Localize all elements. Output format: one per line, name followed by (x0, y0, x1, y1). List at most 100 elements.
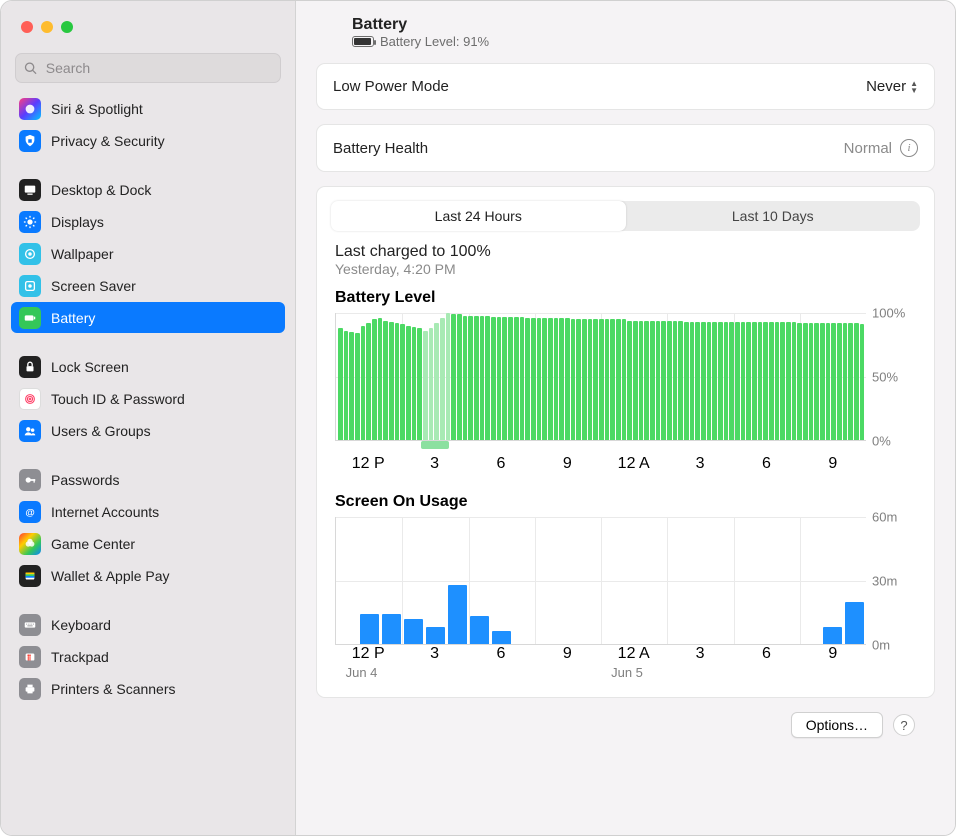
battery-bar (366, 323, 371, 440)
battery-bar (463, 316, 468, 440)
search-icon (24, 61, 38, 76)
battery-bar (837, 323, 842, 440)
sidebar-item-internet[interactable]: @Internet Accounts (11, 496, 285, 527)
battery-bar (344, 331, 349, 440)
sidebar-item-users[interactable]: Users & Groups (11, 415, 285, 446)
sidebar-item-keyboard[interactable]: Keyboard (11, 609, 285, 640)
usage-bar (823, 627, 842, 644)
battery-bar (588, 319, 593, 440)
battery-level-text: Battery Level: 91% (380, 34, 489, 49)
sidebar-item-wallet[interactable]: Wallet & Apple Pay (11, 560, 285, 591)
help-button[interactable]: ? (893, 714, 915, 736)
low-power-popup[interactable]: Never ▲▼ (866, 78, 918, 95)
ytick: 0% (872, 434, 891, 449)
xtick: 3 (430, 645, 439, 663)
sidebar-item-displays[interactable]: Displays (11, 206, 285, 237)
battery-bar (792, 322, 797, 440)
usage-bar (426, 627, 445, 644)
ytick: 0m (872, 638, 890, 653)
battery-bar (797, 323, 802, 440)
trackpad-icon (19, 646, 41, 668)
segment-10d[interactable]: Last 10 Days (626, 201, 921, 231)
segment-24h[interactable]: Last 24 Hours (331, 201, 626, 231)
sidebar-item-label: Displays (51, 214, 104, 230)
xtick: 3 (430, 455, 439, 473)
saver-icon (19, 275, 41, 297)
sidebar-item-screensaver[interactable]: Screen Saver (11, 270, 285, 301)
xtick: 3 (696, 455, 705, 473)
battery-bar (678, 321, 683, 440)
sidebar-item-gamecenter[interactable]: Game Center (11, 528, 285, 559)
battery-bar (809, 323, 814, 440)
sidebar-item-battery[interactable]: Battery (11, 302, 285, 333)
usage-bar (845, 602, 864, 644)
battery-bar (508, 317, 513, 440)
battery-bar (616, 319, 621, 440)
battery-bar (485, 316, 490, 440)
options-button[interactable]: Options… (791, 712, 883, 738)
battery-bar (752, 322, 757, 440)
info-icon[interactable]: i (900, 139, 918, 157)
fullscreen-window-button[interactable] (61, 21, 73, 33)
close-window-button[interactable] (21, 21, 33, 33)
printers-icon (19, 678, 41, 700)
battery-bar (741, 322, 746, 440)
search-input[interactable] (44, 59, 272, 77)
time-range-segmented: Last 24 Hours Last 10 Days (331, 201, 920, 231)
battery-bar (520, 317, 525, 440)
sidebar-item-label: Siri & Spotlight (51, 101, 143, 117)
passwords-icon (19, 469, 41, 491)
battery-health-value: Normal (844, 140, 892, 157)
battery-bar (417, 328, 422, 440)
sidebar-item-siri[interactable]: Siri & Spotlight (11, 93, 285, 124)
battery-bar (474, 316, 479, 440)
internet-icon: @ (19, 501, 41, 523)
battery-bar (554, 318, 559, 440)
sidebar-item-privacy[interactable]: Privacy & Security (11, 125, 285, 156)
sidebar-item-label: Battery (51, 310, 95, 326)
battery-bar (780, 322, 785, 440)
sidebar-item-label: Trackpad (51, 649, 109, 665)
xtick: 6 (762, 455, 771, 473)
sidebar-item-desktop[interactable]: Desktop & Dock (11, 174, 285, 205)
sidebar-item-label: Privacy & Security (51, 133, 165, 149)
battery-bar (758, 322, 763, 440)
sidebar-item-wallpaper[interactable]: Wallpaper (11, 238, 285, 269)
battery-chart-xaxis: 12 P36912 A369 (335, 455, 866, 473)
battery-bar (854, 323, 859, 440)
sidebar-item-label: Keyboard (51, 617, 111, 633)
low-power-value: Never (866, 78, 906, 95)
battery-bar (429, 328, 434, 440)
battery-bar (831, 323, 836, 440)
xtick: 12 P (352, 645, 385, 663)
battery-bar (763, 322, 768, 440)
minimize-window-button[interactable] (41, 21, 53, 33)
ytick: 100% (872, 306, 905, 321)
battery-bar (769, 322, 774, 440)
battery-bar (565, 318, 570, 440)
touchid-icon (19, 388, 41, 410)
sidebar-item-lockscreen[interactable]: Lock Screen (11, 351, 285, 382)
sidebar-item-trackpad[interactable]: Trackpad (11, 641, 285, 672)
xtick: 6 (496, 455, 505, 473)
charging-indicator (421, 441, 450, 449)
xtick: 12 P (352, 455, 385, 473)
battery-bar (718, 322, 723, 440)
settings-window: Siri & Spotlight Privacy & Security Deskto… (0, 0, 956, 836)
search-field[interactable] (15, 53, 281, 83)
sidebar-item-passwords[interactable]: Passwords (11, 464, 285, 495)
sidebar-item-label: Game Center (51, 536, 135, 552)
sidebar-item-printers[interactable]: Printers & Scanners (11, 673, 285, 704)
usage-bar (470, 616, 489, 644)
battery-bar (622, 319, 627, 440)
battery-bar (525, 318, 530, 440)
xtick: 9 (563, 645, 572, 663)
sidebar-item-label: Wallet & Apple Pay (51, 568, 170, 584)
screen-usage-chart-title: Screen On Usage (335, 493, 916, 511)
battery-bar (650, 321, 655, 440)
xtick: 12 A (618, 645, 650, 663)
keyboard-icon (19, 614, 41, 636)
ytick: 50% (872, 370, 898, 385)
battery-bar (610, 319, 615, 440)
sidebar-item-touchid[interactable]: Touch ID & Password (11, 383, 285, 414)
